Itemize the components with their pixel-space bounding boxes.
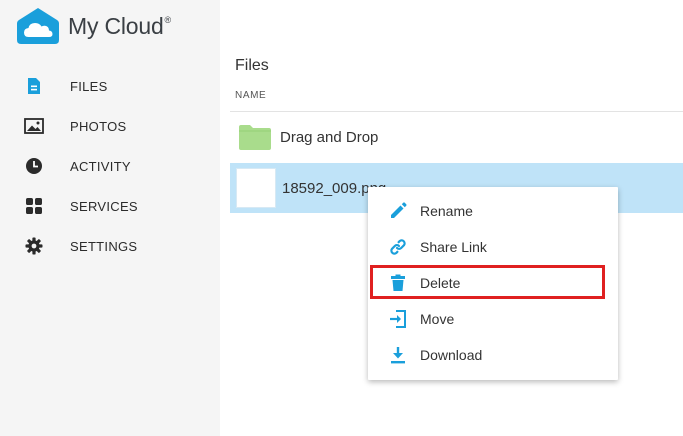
photo-icon	[24, 116, 44, 136]
grid-icon	[24, 196, 44, 216]
sidebar-nav: FILES PHOTOS ACTIVITY SERVICES SETTINGS	[0, 66, 220, 266]
menu-item-share-link[interactable]: Share Link	[368, 229, 618, 265]
gear-icon	[24, 236, 44, 256]
trash-icon	[388, 273, 408, 293]
menu-item-label: Share Link	[420, 239, 487, 255]
menu-item-label: Rename	[420, 203, 473, 219]
clock-icon	[24, 156, 44, 176]
menu-item-move[interactable]: Move	[368, 301, 618, 337]
cloud-logo-icon	[17, 8, 59, 44]
move-icon	[388, 309, 408, 329]
brand-name: My Cloud®	[68, 12, 171, 39]
pencil-icon	[388, 201, 408, 221]
file-icon	[24, 76, 44, 96]
sidebar-item-activity[interactable]: ACTIVITY	[0, 146, 220, 186]
brand-logo[interactable]: My Cloud®	[16, 6, 171, 46]
sidebar-item-label: FILES	[70, 78, 108, 94]
item-name: Drag and Drop	[280, 128, 379, 146]
link-icon	[388, 237, 408, 257]
menu-item-delete[interactable]: Delete	[368, 265, 618, 301]
menu-item-download[interactable]: Download	[368, 337, 618, 373]
sidebar-item-settings[interactable]: SETTINGS	[0, 226, 220, 266]
download-icon	[388, 345, 408, 365]
sidebar-item-label: SETTINGS	[70, 238, 138, 254]
menu-item-label: Move	[420, 311, 455, 327]
sidebar-item-services[interactable]: SERVICES	[0, 186, 220, 226]
menu-item-label: Delete	[420, 275, 461, 291]
sidebar-item-label: ACTIVITY	[70, 158, 131, 174]
list-item[interactable]: Drag and Drop	[230, 112, 683, 162]
folder-icon	[239, 125, 271, 150]
column-header-name[interactable]: NAME	[235, 90, 266, 101]
image-thumbnail	[236, 168, 276, 208]
page-title: Files	[235, 57, 269, 74]
sidebar-item-label: SERVICES	[70, 198, 138, 214]
sidebar-item-photos[interactable]: PHOTOS	[0, 106, 220, 146]
context-menu: Rename Share Link Delete Move Download	[368, 187, 618, 380]
sidebar-item-label: PHOTOS	[70, 118, 127, 134]
menu-item-rename[interactable]: Rename	[368, 193, 618, 229]
app-window: My Cloud® FILES PHOTOS ACTIVITY SERVICES…	[0, 0, 683, 436]
menu-item-label: Download	[420, 347, 483, 363]
sidebar-item-files[interactable]: FILES	[0, 66, 220, 106]
sidebar: My Cloud® FILES PHOTOS ACTIVITY SERVICES…	[0, 0, 220, 436]
